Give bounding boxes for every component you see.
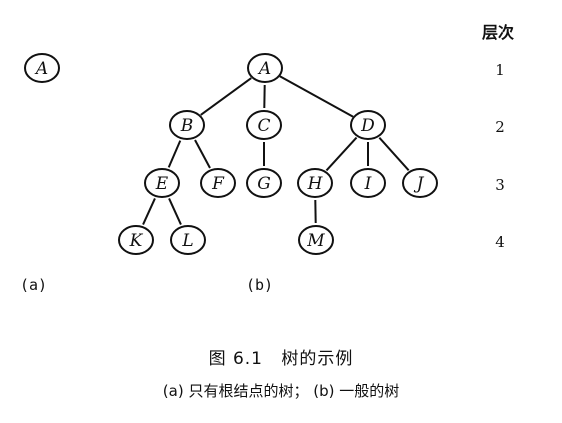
tree-b-node-label-D: D: [360, 116, 375, 136]
tree-b-node-J: J: [402, 168, 438, 198]
level-number-2: 2: [495, 118, 505, 136]
level-header: 层次: [482, 23, 514, 42]
tree-b-edge-D-H: [325, 136, 358, 172]
tree-b-edge-A-B: [200, 77, 252, 116]
tree-nodes: A A B C D E F G H I J K L M: [24, 53, 438, 255]
tree-b-node-G: G: [246, 168, 282, 198]
figure-caption: (a) 只有根结点的树； (b) 一般的树: [162, 382, 400, 400]
figure-number: 图 6.1: [208, 349, 264, 369]
tree-b-node-L: L: [170, 225, 206, 255]
tree-b-node-D: D: [350, 110, 386, 140]
tree-b-node-label-G: G: [257, 174, 271, 194]
level-number-3: 3: [495, 176, 505, 194]
tree-b-node-A: A: [247, 53, 283, 83]
tree-a-node-A: A: [24, 53, 60, 83]
tree-b-node-label-A: A: [257, 59, 271, 79]
tree-b-edge-E-L: [168, 198, 182, 225]
tree-a-node-label-A: A: [34, 59, 48, 79]
tree-b-edge-B-F: [194, 139, 211, 169]
tree-b-node-label-E: E: [155, 174, 169, 194]
tree-b-node-label-C: C: [257, 116, 270, 136]
figure-title-text: 树的示例: [281, 349, 354, 369]
tree-b-edge-A-D: [279, 75, 354, 118]
tree-b-node-label-H: H: [307, 174, 324, 194]
tree-b-node-label-B: B: [180, 116, 194, 136]
tree-b-edge-E-K: [142, 198, 156, 225]
tree-edges: [142, 75, 410, 225]
tree-figure: 层次 1 2 3 4 (a) (b) A A B C D E F G H I J K L M: [20, 23, 514, 294]
level-number-4: 4: [495, 233, 505, 251]
tree-b-node-C: C: [246, 110, 282, 140]
subfigure-label-a: (a): [20, 276, 47, 294]
tree-b-node-label-F: F: [211, 174, 225, 194]
tree-b-edge-D-J: [378, 136, 410, 172]
tree-b-node-label-M: M: [306, 231, 325, 251]
tree-b-node-B: B: [169, 110, 205, 140]
tree-b-node-I: I: [350, 168, 386, 198]
figure-title: 图 6.1 树的示例: [0, 344, 562, 369]
tree-b-node-F: F: [200, 168, 236, 198]
tree-b-node-M: M: [298, 225, 334, 255]
tree-b-node-label-L: L: [181, 231, 193, 251]
subfigure-label-b: (b): [246, 276, 273, 294]
tree-b-node-K: K: [118, 225, 154, 255]
tree-b-node-label-K: K: [129, 231, 144, 251]
tree-b-node-E: E: [144, 168, 180, 198]
level-number-1: 1: [495, 61, 505, 79]
tree-b-node-label-I: I: [364, 174, 372, 194]
tree-b-node-H: H: [297, 168, 333, 198]
tree-b-edge-B-E: [167, 140, 182, 168]
